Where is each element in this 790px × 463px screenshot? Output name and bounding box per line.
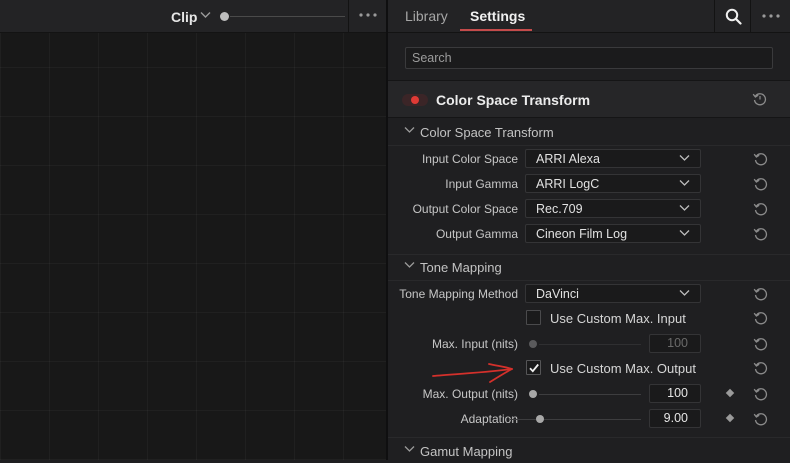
dropdown-value: ARRI Alexa <box>536 152 600 166</box>
tone-mapping-method-dropdown[interactable]: DaVinci <box>525 284 701 303</box>
output-gamma-dropdown[interactable]: Cineon Film Log <box>525 224 701 243</box>
chevron-down-icon <box>679 180 690 186</box>
inspector-panel: Library Settings Color Space Transform <box>388 0 790 460</box>
section-title: Gamut Mapping <box>420 444 513 459</box>
more-icon <box>762 14 780 18</box>
output-gamma-label: Output Gamma <box>435 227 518 241</box>
inspector-toolbar: Library Settings <box>388 0 790 33</box>
clip-mode-label[interactable]: Clip <box>171 9 197 25</box>
tab-library[interactable]: Library <box>405 8 448 24</box>
max-output-slider-track[interactable] <box>539 394 641 395</box>
dropdown-value: DaVinci <box>536 287 579 301</box>
chevron-down-icon <box>679 290 690 296</box>
keyframe-diamond-icon[interactable] <box>725 413 735 423</box>
max-input-label: Max. Input (nits) <box>431 337 518 351</box>
max-output-field[interactable]: 100 <box>649 384 701 403</box>
max-input-slider-track[interactable] <box>539 344 641 345</box>
use-custom-max-input-label[interactable]: Use Custom Max. Input <box>550 311 686 326</box>
toggle-indicator <box>411 96 419 104</box>
max-input-slider-handle[interactable] <box>529 340 537 348</box>
section-title: Color Space Transform <box>420 125 554 140</box>
effect-title: Color Space Transform <box>436 92 591 108</box>
input-gamma-label: Input Gamma <box>445 177 518 191</box>
reset-icon[interactable] <box>753 286 769 302</box>
effect-header: Color Space Transform <box>388 80 790 118</box>
keyframe-diamond-icon[interactable] <box>725 388 735 398</box>
chevron-down-icon[interactable] <box>404 260 415 272</box>
search-button[interactable] <box>714 0 751 32</box>
max-output-label: Max. Output (nits) <box>422 387 518 401</box>
max-input-field[interactable]: 100 <box>649 334 701 353</box>
more-icon[interactable] <box>358 6 378 29</box>
dropdown-value: Rec.709 <box>536 202 583 216</box>
reset-icon[interactable] <box>753 151 769 167</box>
active-tab-indicator <box>460 29 532 31</box>
chevron-down-icon <box>679 230 690 236</box>
viewer-panel: Clip <box>0 0 386 460</box>
reset-icon[interactable] <box>752 91 768 107</box>
clip-zoom-slider-handle[interactable] <box>220 12 229 21</box>
use-custom-max-output-label[interactable]: Use Custom Max. Output <box>550 361 696 376</box>
clip-zoom-slider-track[interactable] <box>230 16 345 17</box>
adaptation-slider-track[interactable] <box>510 419 641 420</box>
dropdown-value: Cineon Film Log <box>536 227 628 241</box>
max-output-slider-handle[interactable] <box>529 390 537 398</box>
tone-mapping-method-label: Tone Mapping Method <box>399 287 518 301</box>
viewer-toolbar: Clip <box>0 0 386 33</box>
input-color-space-label: Input Color Space <box>421 152 518 166</box>
reset-icon[interactable] <box>753 360 769 376</box>
toolbar-divider <box>348 0 349 32</box>
chevron-down-icon <box>679 155 690 161</box>
reset-icon[interactable] <box>753 226 769 242</box>
reset-icon[interactable] <box>753 386 769 402</box>
dropdown-value: ARRI LogC <box>536 177 600 191</box>
output-color-space-label: Output Color Space <box>412 202 518 216</box>
input-gamma-dropdown[interactable]: ARRI LogC <box>525 174 701 193</box>
section-color-space-transform[interactable]: Color Space Transform <box>388 120 790 146</box>
use-custom-max-input-checkbox[interactable] <box>526 310 541 325</box>
reset-icon[interactable] <box>753 336 769 352</box>
section-title: Tone Mapping <box>420 260 502 275</box>
chevron-down-icon[interactable] <box>200 10 211 22</box>
chevron-down-icon <box>679 205 690 211</box>
input-color-space-dropdown[interactable]: ARRI Alexa <box>525 149 701 168</box>
output-color-space-dropdown[interactable]: Rec.709 <box>525 199 701 218</box>
chevron-down-icon[interactable] <box>404 444 415 456</box>
inspector-more-button[interactable] <box>750 0 790 32</box>
effect-enable-toggle[interactable] <box>402 94 428 106</box>
reset-icon[interactable] <box>753 411 769 427</box>
reset-icon[interactable] <box>753 201 769 217</box>
reset-icon[interactable] <box>753 176 769 192</box>
tab-settings[interactable]: Settings <box>470 8 525 24</box>
chevron-down-icon[interactable] <box>404 125 415 137</box>
search-input[interactable] <box>405 47 773 69</box>
use-custom-max-output-checkbox[interactable] <box>526 360 541 375</box>
adaptation-slider-handle[interactable] <box>536 415 544 423</box>
adaptation-field[interactable]: 9.00 <box>649 409 701 428</box>
search-icon <box>725 8 742 25</box>
section-tone-mapping[interactable]: Tone Mapping <box>388 254 790 281</box>
section-gamut-mapping[interactable]: Gamut Mapping <box>388 437 790 463</box>
reset-icon[interactable] <box>753 310 769 326</box>
checkmark-icon <box>529 363 539 373</box>
